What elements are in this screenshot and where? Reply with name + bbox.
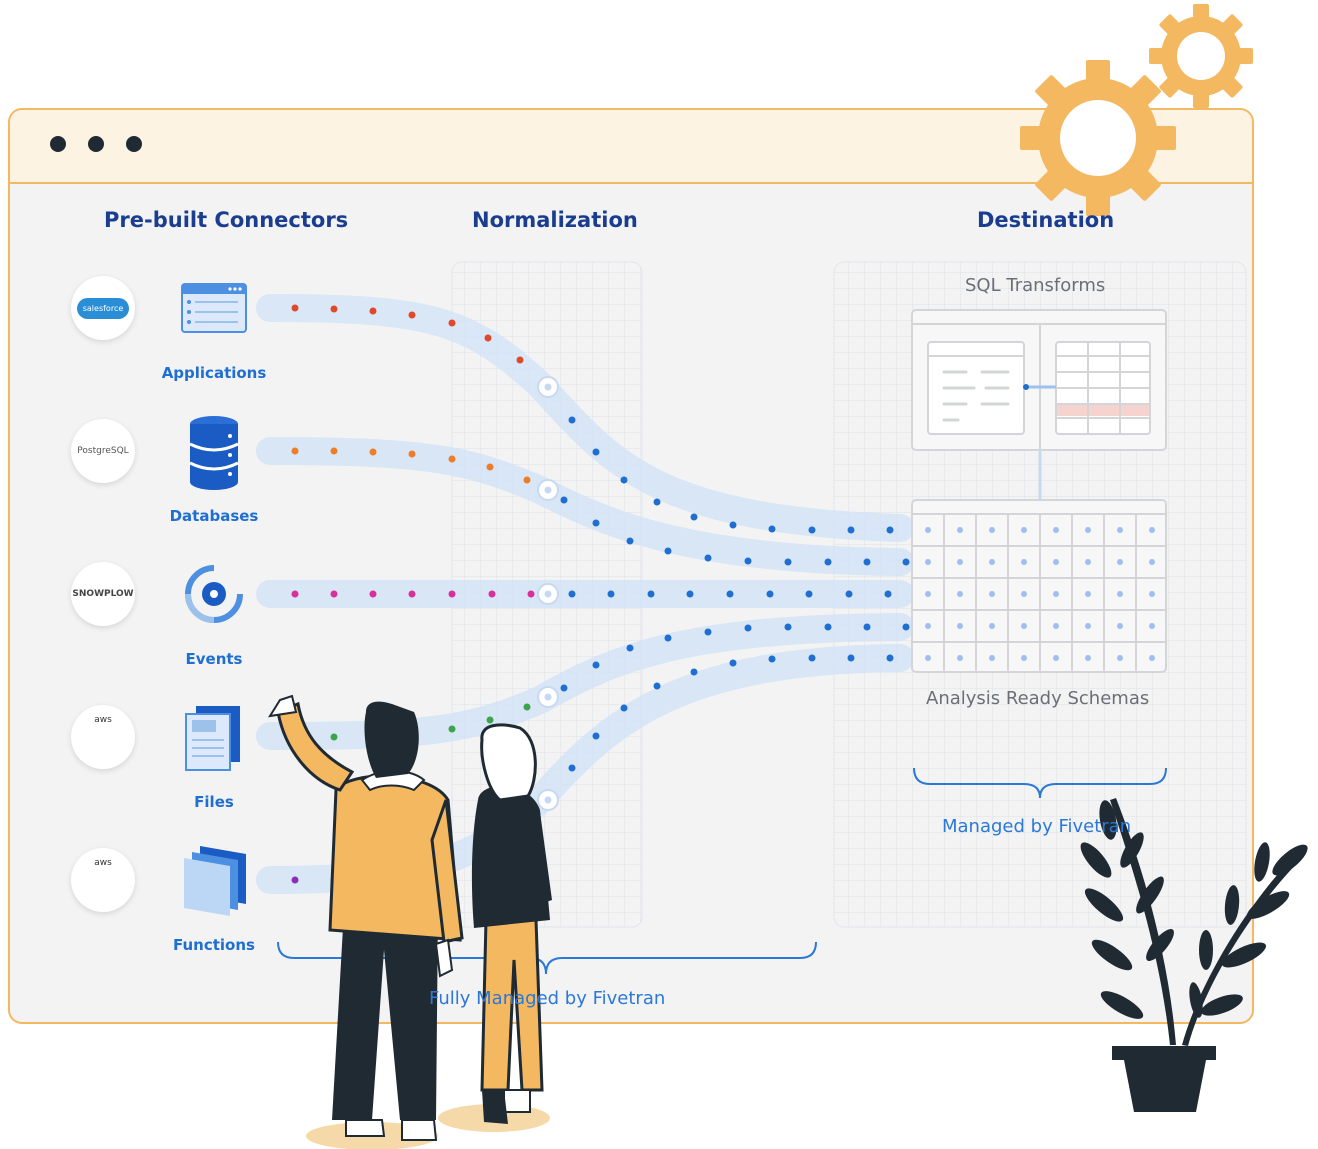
sql-transforms-label: SQL Transforms: [965, 275, 1106, 296]
window-dot-3: [126, 136, 142, 152]
connectors-heading: Pre-built Connectors: [104, 208, 349, 232]
browser-window: [8, 108, 1254, 1024]
databases-label: Databases: [169, 507, 259, 525]
applications-label: Applications: [161, 364, 267, 382]
window-titlebar: [10, 110, 1252, 184]
destination-heading: Destination: [977, 208, 1115, 232]
normalization-heading: Normalization: [472, 208, 638, 232]
window-dot-1: [50, 136, 66, 152]
analysis-ready-label: Analysis Ready Schemas: [926, 688, 1150, 709]
salesforce-logo: salesforce: [71, 276, 135, 340]
aws-s3-logo: aws: [71, 705, 135, 769]
fully-managed-label: Fully Managed by Fivetran: [429, 988, 666, 1009]
snowplow-logo: SNOWPLOW: [71, 562, 135, 626]
window-dot-2: [88, 136, 104, 152]
aws-lambda-logo: aws: [71, 848, 135, 912]
managed-by-fivetran-label: Managed by Fivetran: [942, 816, 1132, 837]
postgresql-logo: PostgreSQL: [71, 419, 135, 483]
files-label: Files: [194, 793, 234, 811]
functions-label: Functions: [173, 936, 255, 954]
events-label: Events: [185, 650, 243, 668]
